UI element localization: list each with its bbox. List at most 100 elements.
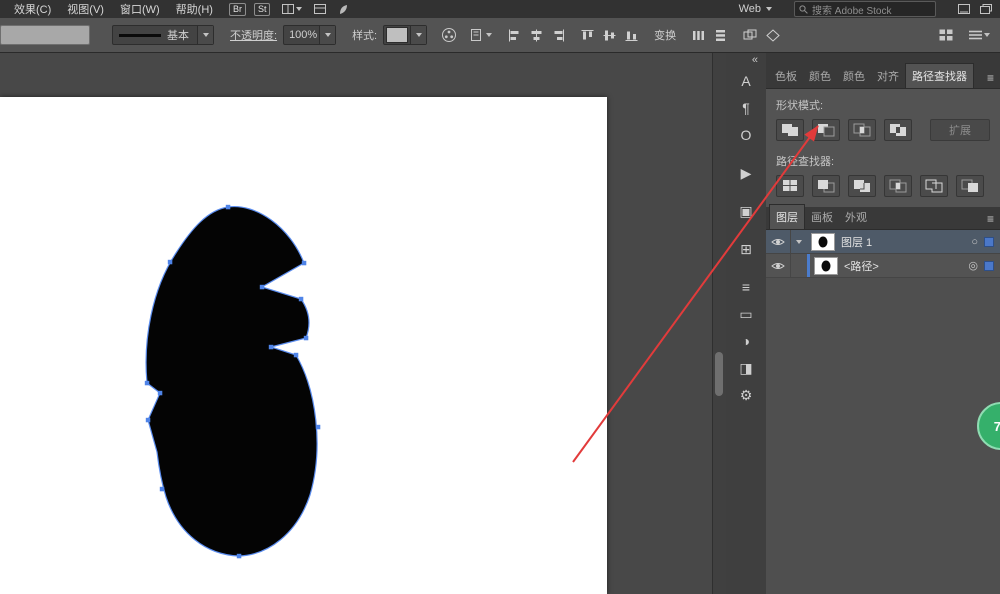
canvas-area[interactable] [0,52,712,594]
brush-definition-dropdown[interactable]: 基本 [112,25,214,45]
tab-artboards[interactable]: 画板 [805,205,839,229]
distribute-vertical-icon[interactable] [714,29,727,42]
tab-color[interactable]: 颜色 [803,64,837,88]
tab-appearance[interactable]: 外观 [839,205,873,229]
control-text-input[interactable] [0,25,90,45]
panel-menu-icon[interactable]: ≡ [987,72,994,84]
document-layout-icon[interactable] [314,4,326,14]
chevron-down-icon [984,33,990,37]
visibility-eye-icon[interactable] [766,230,791,253]
minus-back-button[interactable] [956,175,984,197]
layer-row-layer1[interactable]: 图层 1 ○ [766,230,1000,254]
exclude-button[interactable] [884,119,912,141]
target-circle-icon[interactable]: ○ [971,236,978,248]
menu-help[interactable]: 帮助(H) [168,1,221,17]
workspace-label: Web [739,3,761,15]
gpu-performance-icon[interactable] [338,4,349,15]
align-top-icon[interactable] [581,29,594,42]
merge-button[interactable] [848,175,876,197]
tab-align[interactable]: 对齐 [871,64,905,88]
chevron-down-icon [296,7,302,11]
align-center-horizontal-icon[interactable] [530,29,543,42]
menu-effect[interactable]: 效果(C) [6,1,59,17]
panel-icon-strip: « A ¶ O ▶ ▣ ⊞ ≡ ▭ ◑ ◨ ⚙ [726,52,767,594]
opentype-panel-icon[interactable]: O [732,123,760,147]
transform-label[interactable]: 变换 [654,27,676,43]
crop-button[interactable] [884,175,912,197]
align-panel-icon[interactable]: ≡ [732,275,760,299]
unite-button[interactable] [776,119,804,141]
panel-grid-icon[interactable] [939,29,953,41]
style-swatch-dropdown[interactable] [383,25,427,45]
path-thumbnail[interactable] [814,257,838,275]
align-left-icon[interactable] [508,29,521,42]
intersect-button[interactable] [848,119,876,141]
divide-button[interactable] [776,175,804,197]
layer-row-path[interactable]: <路径> ◎ [766,254,1000,278]
distribute-horizontal-icon[interactable] [692,29,705,42]
scrollbar-thumb[interactable] [715,352,723,396]
workspace-switcher[interactable]: Web [739,3,772,15]
restore-window-icon[interactable] [980,4,992,14]
transform-panel-icon[interactable]: ⊞ [732,237,760,261]
bridge-button[interactable]: Br [229,3,246,16]
chevron-down-icon[interactable] [410,26,426,44]
arrange-documents-icon[interactable] [282,4,302,14]
actions-panel-icon[interactable]: ▶ [732,161,760,185]
search-placeholder: 搜索 Adobe Stock [812,2,891,17]
selection-color-square[interactable] [984,237,994,247]
shape-builder-icon[interactable] [766,29,780,42]
selected-shape-path[interactable] [146,207,317,556]
collapse-panels-icon[interactable]: « [752,52,766,66]
layer-name[interactable]: 图层 1 [841,234,971,250]
tab-pathfinder[interactable]: 路径查找器 [905,63,974,88]
align-bottom-icon[interactable] [625,29,638,42]
chevron-down-icon[interactable] [319,26,335,44]
minus-front-button[interactable] [812,119,840,141]
path-name[interactable]: <路径> [844,258,968,274]
distribute-group [692,29,727,42]
selection-color-square[interactable] [984,261,994,271]
trim-button[interactable] [812,175,840,197]
layers-list: 图层 1 ○ <路径> ◎ [766,230,1000,278]
character-panel-icon[interactable]: A [732,69,760,93]
paragraph-panel-icon[interactable]: ¶ [732,96,760,120]
stock-button[interactable]: St [254,3,271,16]
tab-layers[interactable]: 图层 [769,204,805,229]
minimize-window-icon[interactable] [958,4,970,14]
chevron-down-icon [766,7,772,11]
stock-search-input[interactable]: 搜索 Adobe Stock [794,1,936,17]
chevron-down-icon[interactable] [197,26,213,44]
align-right-icon[interactable] [552,29,565,42]
document-setup-dropdown[interactable] [471,29,492,41]
opacity-value-dropdown[interactable]: 100% [283,25,336,45]
menu-window[interactable]: 窗口(W) [112,1,168,17]
isolate-selection-icon[interactable] [743,29,757,42]
layers-tab-bar: 图层 画板 外观 ≡ [766,207,1000,230]
expand-layer-icon[interactable] [791,230,807,253]
layer-thumbnail[interactable] [811,233,835,251]
opacity-label[interactable]: 不透明度: [230,27,277,43]
search-icon [799,5,808,14]
artboard[interactable] [0,97,607,594]
control-bar-right [939,29,990,41]
menu-view[interactable]: 视图(V) [59,1,112,17]
artboards-panel-icon[interactable]: ▣ [732,199,760,223]
chevron-down-icon [486,33,492,37]
pathfinder-panel: 形状模式: 扩展 路径查找器: [766,89,1000,207]
panel-menu-icon[interactable]: ≡ [987,213,994,225]
control-panel-menu-icon[interactable] [969,30,990,40]
badge-value: 75 [994,419,1000,434]
tab-color-guide[interactable]: 颜色 [837,64,871,88]
expand-button[interactable]: 扩展 [930,119,990,141]
appearance-panel-icon[interactable]: ▭ [732,302,760,326]
recolor-artwork-icon[interactable] [441,27,457,43]
outline-button[interactable] [920,175,948,197]
symbols-panel-icon[interactable]: ◨ [732,356,760,380]
visibility-eye-icon[interactable] [766,254,791,277]
gradient-panel-icon[interactable]: ◑ [732,329,760,353]
target-circle-icon[interactable]: ◎ [968,259,978,272]
tab-swatches[interactable]: 色板 [769,64,803,88]
align-middle-vertical-icon[interactable] [603,29,616,42]
settings-panel-icon[interactable]: ⚙ [732,383,760,407]
